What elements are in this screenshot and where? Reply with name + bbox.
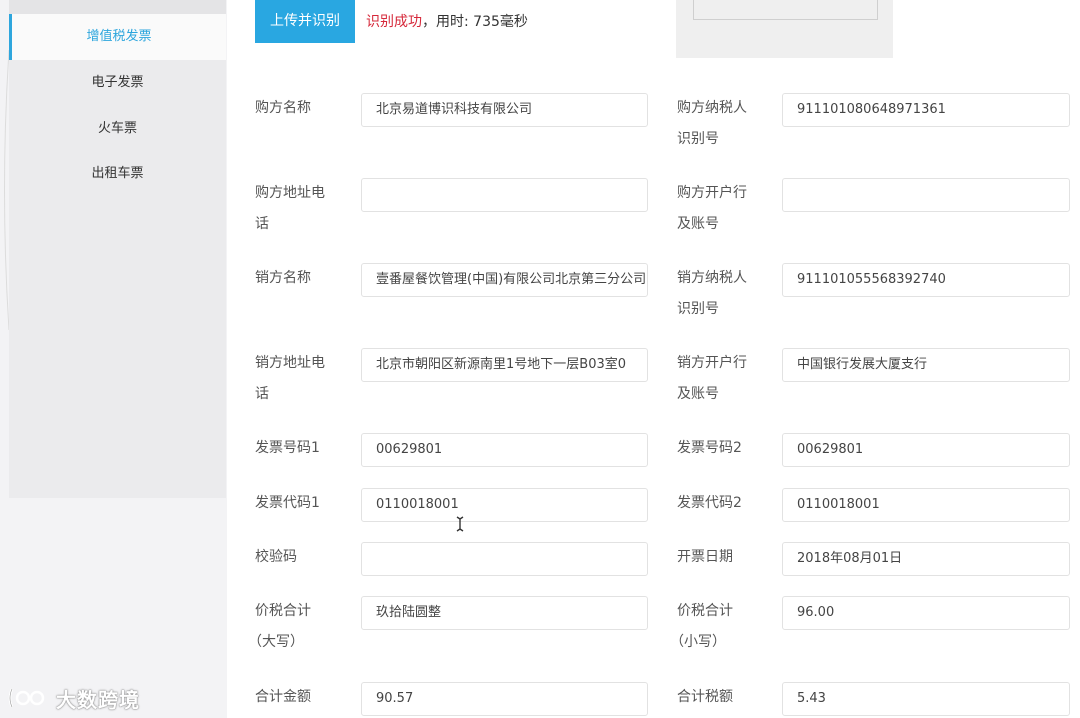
invoice-no-2-label: 发票号码2: [677, 440, 742, 456]
total-lower-field[interactable]: 96.00: [782, 596, 1070, 630]
total-upper-field[interactable]: 玖拾陆圆整: [361, 596, 648, 630]
buyer-tax-id-label-line1: 购方纳税人: [677, 100, 747, 116]
sidebar-item-vat-invoice[interactable]: 增值税发票: [9, 14, 226, 60]
invoice-code-2-field[interactable]: 0110018001: [782, 488, 1070, 522]
buyer-bank-label-line1: 购方开户行: [677, 185, 747, 201]
watermark-text: 大数跨境: [56, 687, 140, 712]
invoice-code-1-field[interactable]: 0110018001: [361, 488, 648, 522]
buyer-address-field[interactable]: [361, 178, 648, 212]
seller-tax-id-label-line2: 识别号: [677, 301, 719, 317]
buyer-bank-field[interactable]: [782, 178, 1070, 212]
buyer-name-field[interactable]: 北京易道博识科技有限公司: [361, 93, 648, 127]
sidebar-item-taxi-ticket[interactable]: 出租车票: [9, 151, 226, 197]
total-upper-label-line2: （大写）: [248, 634, 304, 650]
total-amount-label: 合计金额: [255, 689, 311, 705]
sidebar-top-strip: [9, 0, 226, 14]
buyer-address-label-line2: 话: [255, 216, 269, 232]
seller-bank-field[interactable]: 中国银行发展大厦支行: [782, 348, 1070, 382]
recognition-status: 识别成功，用时: 735毫秒: [366, 11, 528, 31]
invoice-no-1-field[interactable]: 00629801: [361, 433, 648, 467]
seller-address-label-line1: 销方地址电: [255, 355, 325, 371]
total-lower-label-line1: 价税合计: [677, 603, 733, 619]
total-tax-label: 合计税额: [677, 689, 733, 705]
decorative-curve: [4, 49, 9, 331]
total-lower-label-line2: （小写）: [670, 634, 726, 650]
text-cursor-icon: [456, 516, 464, 532]
invoice-no-2-field[interactable]: 00629801: [782, 433, 1070, 467]
sidebar-item-e-invoice[interactable]: 电子发票: [9, 60, 226, 106]
seller-name-field[interactable]: 壹番屋餐饮管理(中国)有限公司北京第三分公司: [361, 263, 648, 297]
seller-address-label-line2: 话: [255, 386, 269, 402]
watermark-logo-icon: [8, 688, 45, 708]
total-amount-field[interactable]: 90.57: [361, 682, 648, 716]
total-upper-label-line1: 价税合计: [255, 603, 311, 619]
seller-name-label: 销方名称: [255, 270, 311, 286]
seller-tax-id-label-line1: 销方纳税人: [677, 270, 747, 286]
buyer-address-label-line1: 购方地址电: [255, 185, 325, 201]
buyer-tax-id-field[interactable]: 911101080648971361: [782, 93, 1070, 127]
upload-recognize-button[interactable]: 上传并识别: [255, 0, 355, 43]
seller-bank-label-line2: 及账号: [677, 386, 719, 402]
invoice-code-1-label: 发票代码1: [255, 495, 320, 511]
seller-address-field[interactable]: 北京市朝阳区新源南里1号地下一层B03室0: [361, 348, 648, 382]
total-tax-field[interactable]: 5.43: [782, 682, 1070, 716]
issue-date-label: 开票日期: [677, 549, 733, 565]
status-success-text: 识别成功: [366, 14, 422, 30]
check-code-field[interactable]: [361, 542, 648, 576]
buyer-tax-id-label-line2: 识别号: [677, 131, 719, 147]
status-time-text: ，用时: 735毫秒: [422, 14, 528, 30]
issue-date-field[interactable]: 2018年08月01日: [782, 542, 1070, 576]
invoice-preview-image: [693, 0, 878, 20]
watermark: 大数跨境: [6, 683, 140, 713]
invoice-code-2-label: 发票代码2: [677, 495, 742, 511]
check-code-label: 校验码: [255, 549, 297, 565]
buyer-name-label: 购方名称: [255, 100, 311, 116]
sidebar-item-train-ticket[interactable]: 火车票: [9, 106, 226, 152]
seller-bank-label-line1: 销方开户行: [677, 355, 747, 371]
buyer-bank-label-line2: 及账号: [677, 216, 719, 232]
invoice-no-1-label: 发票号码1: [255, 440, 320, 456]
seller-tax-id-field[interactable]: 911101055568392740: [782, 263, 1070, 297]
